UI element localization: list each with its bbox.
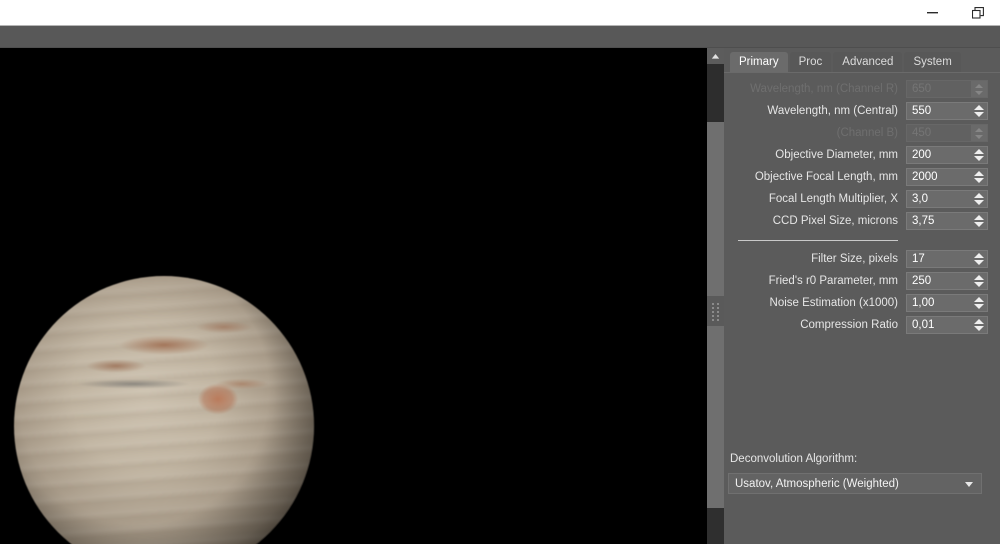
field-label: Objective Focal Length, mm bbox=[724, 171, 906, 183]
field-row: Filter Size, pixels 17 bbox=[724, 248, 1000, 270]
field-label: (Channel B) bbox=[724, 127, 906, 139]
field-value[interactable]: 0,01 bbox=[907, 317, 934, 333]
field-label: Objective Diameter, mm bbox=[724, 149, 906, 161]
objective-diameter-spinner[interactable]: 200 bbox=[906, 146, 988, 164]
spinner-arrows-icon[interactable] bbox=[972, 295, 986, 311]
scrollbar-thumb[interactable] bbox=[707, 64, 724, 122]
deconvolution-algorithm-label: Deconvolution Algorithm: bbox=[728, 453, 982, 465]
focal-length-multiplier-spinner[interactable]: 3,0 bbox=[906, 190, 988, 208]
panel-splitter-handle[interactable] bbox=[707, 296, 724, 326]
scrollbar-bottom-filler bbox=[707, 508, 724, 544]
tab-primary[interactable]: Primary bbox=[730, 52, 788, 72]
grip-dots-icon bbox=[712, 303, 719, 320]
spinner-arrows-icon[interactable] bbox=[972, 103, 986, 119]
title-bar bbox=[0, 0, 1000, 26]
field-row: Compression Ratio 0,01 bbox=[724, 314, 1000, 336]
field-label: Filter Size, pixels bbox=[724, 253, 906, 265]
field-label: Wavelength, nm (Central) bbox=[724, 105, 906, 117]
field-label: Fried's r0 Parameter, mm bbox=[724, 275, 906, 287]
wavelength-central-spinner[interactable]: 550 bbox=[906, 102, 988, 120]
spinner-arrows-icon[interactable] bbox=[972, 191, 986, 207]
field-value[interactable]: 550 bbox=[907, 103, 931, 119]
field-row: (Channel B) 450 bbox=[724, 122, 1000, 144]
objective-focal-length-spinner[interactable]: 2000 bbox=[906, 168, 988, 186]
toolbar-strip bbox=[0, 26, 1000, 48]
field-value[interactable]: 250 bbox=[907, 273, 931, 289]
spinner-arrows-icon[interactable] bbox=[972, 273, 986, 289]
spinner-arrows-icon[interactable] bbox=[972, 317, 986, 333]
field-value[interactable]: 200 bbox=[907, 147, 931, 163]
compression-ratio-spinner[interactable]: 0,01 bbox=[906, 316, 988, 334]
deconvolution-section: Deconvolution Algorithm: Usatov, Atmosph… bbox=[724, 453, 1000, 494]
settings-field-list: Wavelength, nm (Channel R) 650 Wavelengt… bbox=[724, 78, 1000, 336]
deconvolution-algorithm-value[interactable]: Usatov, Atmospheric (Weighted) bbox=[729, 478, 899, 490]
tab-system[interactable]: System bbox=[904, 52, 960, 72]
group-separator bbox=[724, 232, 1000, 248]
field-row: CCD Pixel Size, microns 3,75 bbox=[724, 210, 1000, 232]
field-label: Noise Estimation (x1000) bbox=[724, 297, 906, 309]
wavelength-channel-b-spinner: 450 bbox=[906, 124, 988, 142]
field-value[interactable]: 3,75 bbox=[907, 213, 934, 229]
filter-size-spinner[interactable]: 17 bbox=[906, 250, 988, 268]
spinner-arrows-icon[interactable] bbox=[972, 251, 986, 267]
planet-image-jupiter bbox=[14, 276, 314, 544]
field-value[interactable]: 17 bbox=[907, 251, 925, 267]
tab-proc[interactable]: Proc bbox=[790, 52, 832, 72]
scroll-up-icon[interactable] bbox=[707, 48, 724, 64]
field-value[interactable]: 3,0 bbox=[907, 191, 928, 207]
spinner-arrows-icon bbox=[971, 81, 987, 97]
wavelength-channel-r-spinner: 650 bbox=[906, 80, 988, 98]
spinner-arrows-icon bbox=[971, 125, 987, 141]
restore-button[interactable] bbox=[955, 0, 1000, 25]
field-value[interactable]: 1,00 bbox=[907, 295, 934, 311]
image-canvas[interactable] bbox=[0, 48, 707, 544]
field-label: Wavelength, nm (Channel R) bbox=[724, 83, 906, 95]
chevron-down-icon[interactable] bbox=[965, 482, 973, 487]
panel-tab-bar: Primary Proc Advanced System bbox=[724, 52, 1000, 73]
deconvolution-algorithm-select[interactable]: Usatov, Atmospheric (Weighted) bbox=[728, 473, 982, 494]
frieds-r0-parameter-spinner[interactable]: 250 bbox=[906, 272, 988, 290]
field-value[interactable]: 2000 bbox=[907, 169, 938, 185]
application-window: Primary Proc Advanced System Wavelength,… bbox=[0, 0, 1000, 544]
spinner-arrows-icon[interactable] bbox=[972, 169, 986, 185]
spinner-arrows-icon[interactable] bbox=[972, 213, 986, 229]
field-row: Wavelength, nm (Channel R) 650 bbox=[724, 78, 1000, 100]
field-value: 650 bbox=[907, 81, 931, 97]
field-label: Compression Ratio bbox=[724, 319, 906, 331]
ccd-pixel-size-spinner[interactable]: 3,75 bbox=[906, 212, 988, 230]
field-row: Fried's r0 Parameter, mm 250 bbox=[724, 270, 1000, 292]
noise-estimation-spinner[interactable]: 1,00 bbox=[906, 294, 988, 312]
field-value: 450 bbox=[907, 125, 931, 141]
field-row: Focal Length Multiplier, X 3,0 bbox=[724, 188, 1000, 210]
field-row: Wavelength, nm (Central) 550 bbox=[724, 100, 1000, 122]
minimize-button[interactable] bbox=[910, 0, 955, 25]
field-label: CCD Pixel Size, microns bbox=[724, 215, 906, 227]
field-row: Objective Diameter, mm 200 bbox=[724, 144, 1000, 166]
spinner-arrows-icon[interactable] bbox=[972, 147, 986, 163]
field-label: Focal Length Multiplier, X bbox=[724, 193, 906, 205]
tab-advanced[interactable]: Advanced bbox=[833, 52, 902, 72]
field-row: Objective Focal Length, mm 2000 bbox=[724, 166, 1000, 188]
field-row: Noise Estimation (x1000) 1,00 bbox=[724, 292, 1000, 314]
settings-panel: Primary Proc Advanced System Wavelength,… bbox=[724, 48, 1000, 544]
